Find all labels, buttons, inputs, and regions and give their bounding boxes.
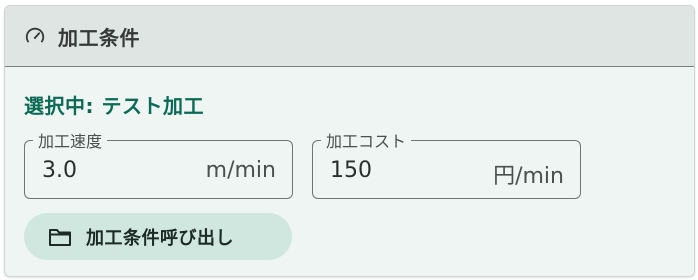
load-conditions-button[interactable]: 加工条件呼び出し (24, 213, 292, 260)
selected-condition-label: 選択中: テスト加工 (24, 94, 204, 118)
folder-icon (48, 226, 74, 248)
machining-conditions-card: 加工条件 選択中: テスト加工 加工速度 3.0 m/min 加工コスト 150… (4, 5, 695, 277)
card-header: 加工条件 (5, 6, 694, 67)
speed-field-label: 加工速度 (38, 132, 103, 151)
load-conditions-label: 加工条件呼び出し (86, 227, 234, 249)
cost-unit: 円/min (493, 164, 564, 189)
speedometer-icon (22, 23, 48, 49)
cost-value[interactable]: 150 (330, 158, 372, 183)
speed-unit: m/min (205, 158, 276, 183)
speed-value[interactable]: 3.0 (42, 158, 77, 183)
speed-field[interactable]: 加工速度 3.0 m/min (24, 128, 293, 199)
card-title: 加工条件 (58, 25, 140, 50)
cost-field-label: 加工コスト (326, 132, 407, 151)
cost-field[interactable]: 加工コスト 150 円/min (312, 128, 581, 199)
